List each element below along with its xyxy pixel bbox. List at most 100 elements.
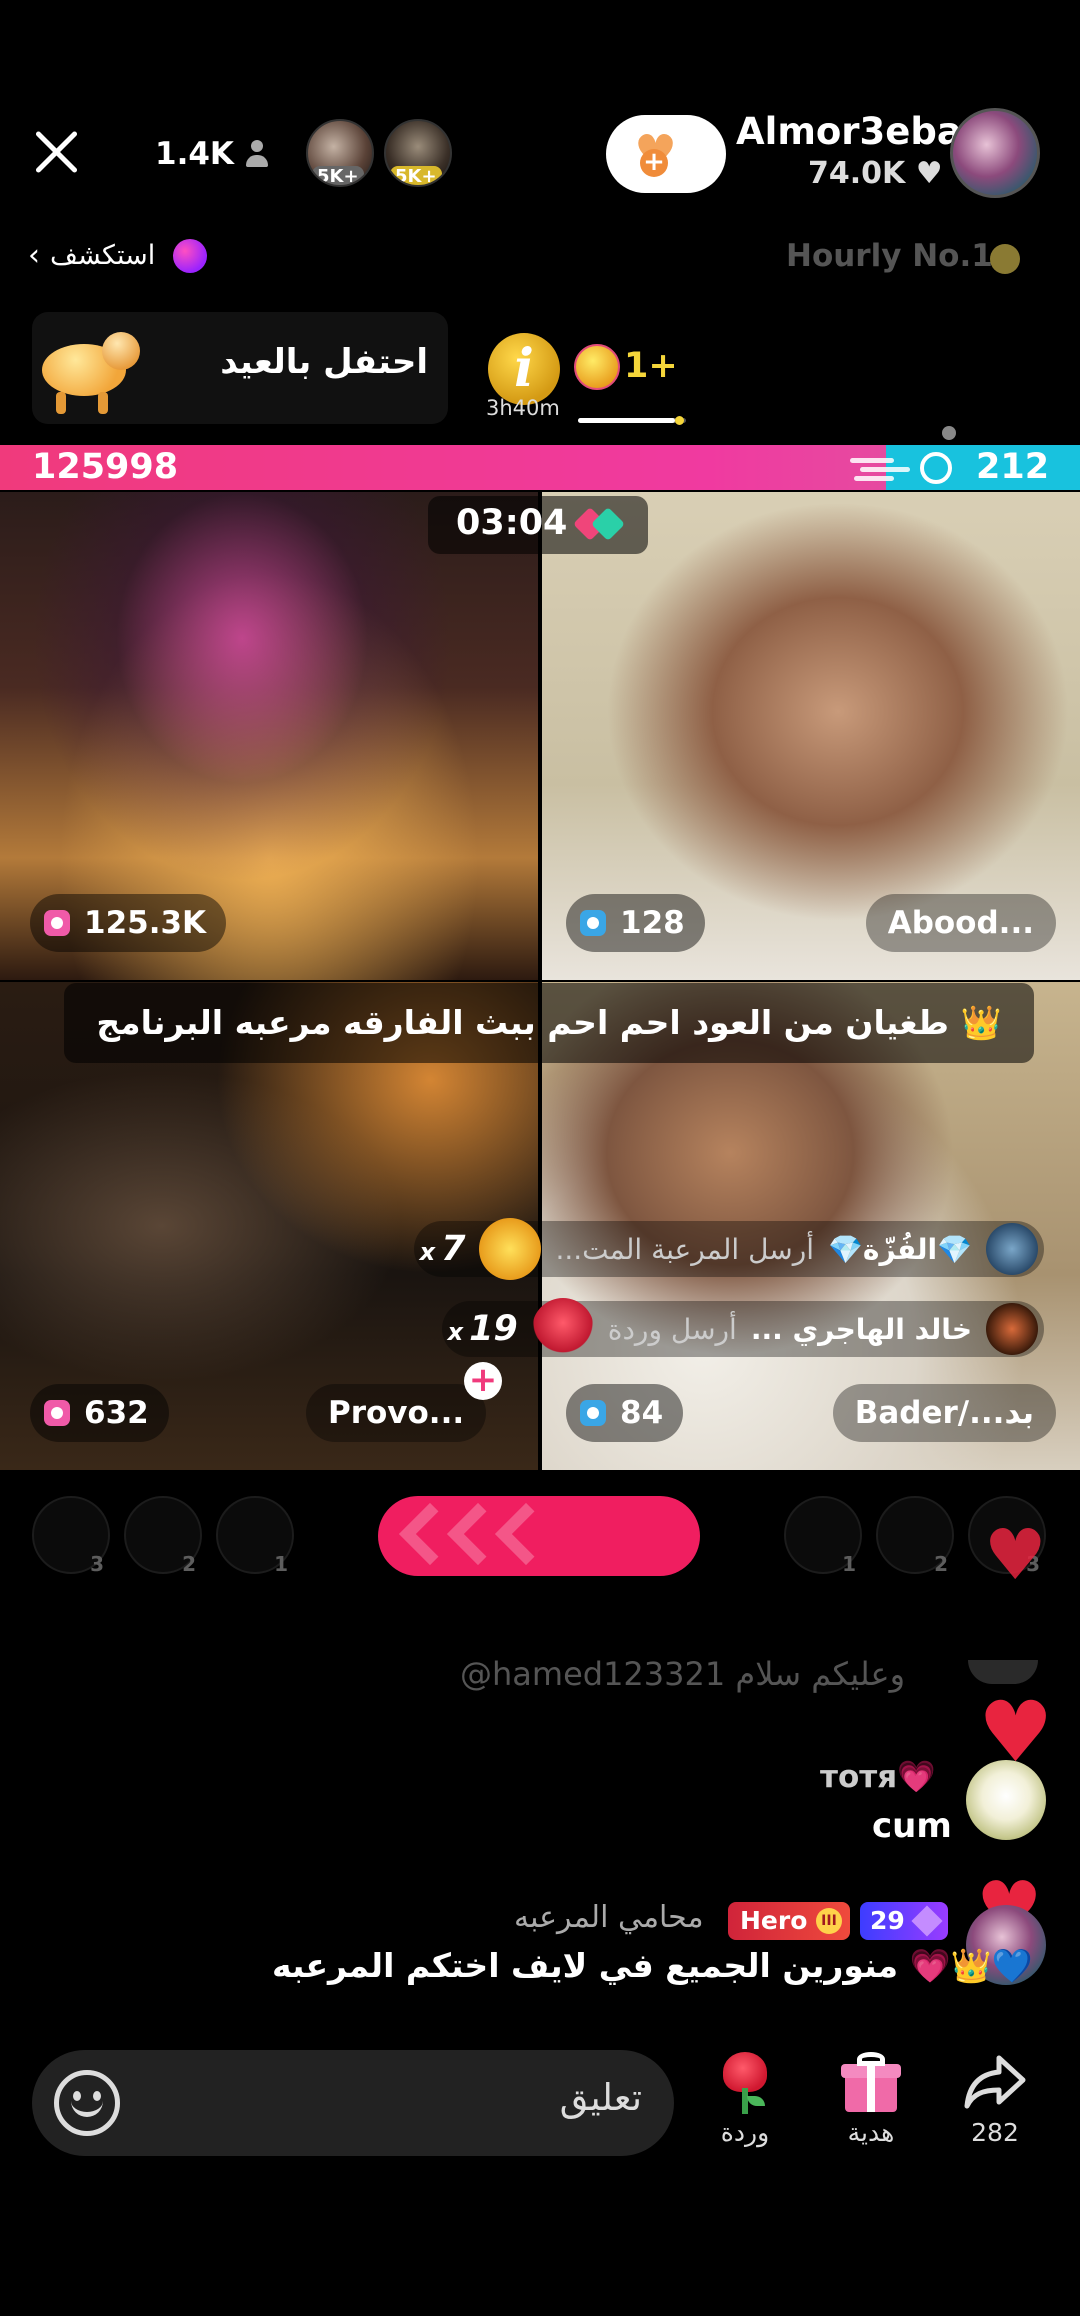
- pk-right-score: 212: [976, 447, 1050, 487]
- tile-1-stat-value: 125.3K: [84, 905, 207, 941]
- bonus-count: 1+: [624, 346, 678, 386]
- gift-feed-item-2: خالد الهاجري ... أرسل وردة x 19: [441, 1298, 1044, 1360]
- viewer-badge-1: 5K+: [312, 166, 364, 185]
- rose-icon: [715, 2052, 775, 2114]
- gift-action: أرسل وردة: [607, 1312, 737, 1346]
- gift-sticker-icon: [479, 1218, 542, 1280]
- sheep-icon: [36, 322, 144, 418]
- eid-label: احتفل بالعيد: [220, 342, 428, 382]
- gift-count: x7: [419, 1229, 466, 1269]
- tile-1-stat: 125.3K: [30, 894, 227, 952]
- diamond-icon: [911, 1905, 943, 1937]
- share-count: 282: [971, 2118, 1019, 2147]
- rose-button[interactable]: وردة: [700, 2052, 790, 2147]
- gift-count-value: 19: [469, 1309, 518, 1349]
- comment-avatar[interactable]: [966, 1760, 1046, 1840]
- video-tile-1[interactable]: 125.3K: [0, 492, 538, 980]
- close-icon[interactable]: [28, 124, 84, 180]
- gift-box-icon: [44, 1400, 70, 1426]
- announcement-banner: طغيان من العود احم احم ببث الفارقه مرعبه…: [64, 983, 1034, 1063]
- level-value: 29: [870, 1906, 905, 1935]
- explore-link[interactable]: ‹ استكشف: [28, 238, 208, 273]
- level-badge: 29: [860, 1902, 948, 1940]
- gift-sender-name: خالد الهاجري ...: [750, 1312, 972, 1346]
- gift-label: هدية: [847, 2118, 895, 2147]
- tile-4-stat: 84: [566, 1384, 684, 1442]
- event-timer-badge[interactable]: i: [488, 333, 560, 405]
- pk-left-score: 125998: [32, 447, 179, 487]
- explore-orb-icon: [173, 238, 208, 273]
- left-rank-avatar-2[interactable]: 2: [124, 1496, 202, 1576]
- rose-gift-icon: [531, 1298, 594, 1360]
- gift-button[interactable]: هدية: [826, 2052, 916, 2147]
- gift-feed-item-1: 💎الفُزّة💎 أرسل المرعبة المت... x7: [413, 1218, 1044, 1280]
- hourly-rank[interactable]: Hourly No.1: [786, 238, 993, 274]
- left-rank-avatar-1[interactable]: 1: [216, 1496, 294, 1576]
- faded-comment: @hamed123321 وعليكم سلام: [460, 1655, 906, 1693]
- gift-box-icon: [580, 910, 606, 936]
- right-rank-avatar-1[interactable]: 1: [784, 1496, 862, 1576]
- faded-avatar: [968, 1660, 1038, 1684]
- tile-4-stat-value: 84: [620, 1395, 664, 1431]
- right-rank-avatar-2[interactable]: 2: [876, 1496, 954, 1576]
- comment-placeholder: تعليق: [559, 2076, 642, 2119]
- comment-text: منورين الجميع في لايف اختكم المرعبه 💗👑💙: [272, 1946, 1033, 1985]
- rank-number: 1: [842, 1552, 856, 1576]
- rank-number: 2: [934, 1552, 948, 1576]
- battle-button[interactable]: [378, 1496, 700, 1576]
- hero-badge: Hero III: [728, 1902, 850, 1940]
- hearts-icon: [573, 507, 625, 541]
- tile-4-name[interactable]: Bader/...بد: [832, 1384, 1056, 1442]
- follow-button[interactable]: ♥ +: [606, 115, 726, 193]
- viewer-badge-2: 5K+: [390, 166, 442, 185]
- share-icon: [963, 2052, 1027, 2112]
- comment-username[interactable]: محامي المرعبه: [514, 1900, 704, 1935]
- gift-icon: [841, 2052, 901, 2112]
- host-likes: 74.0K ♥: [808, 156, 943, 191]
- tile-3-name[interactable]: Provo...: [306, 1384, 487, 1442]
- gift-count: x 19: [447, 1309, 518, 1349]
- host-avatar[interactable]: [950, 108, 1040, 198]
- event-timer-text: 3h40m: [486, 396, 560, 420]
- hero-label: Hero: [740, 1906, 808, 1935]
- tile-3-stat-value: 632: [84, 1395, 149, 1431]
- gift-box-icon: [580, 1400, 606, 1426]
- rank-number: 2: [182, 1552, 196, 1576]
- tile-2-stat: 128: [566, 894, 705, 952]
- comment-text: cum: [872, 1806, 952, 1846]
- comment-username[interactable]: тотя💗: [820, 1758, 936, 1795]
- tile-3-stat: 632: [30, 1384, 169, 1442]
- top-viewer-avatar-2[interactable]: 5K+: [384, 119, 452, 187]
- rose-label: وردة: [720, 2118, 770, 2147]
- gift-sender-name: 💎الفُزّة💎: [828, 1232, 972, 1266]
- round-timer-text: 03:04: [456, 503, 568, 543]
- chevron-left-icon: ‹: [28, 238, 40, 273]
- top-viewer-avatar-1[interactable]: 5K+: [306, 119, 374, 187]
- bonus-progress-dot: [675, 416, 685, 425]
- viewer-count[interactable]: 1.4K: [155, 136, 234, 172]
- gift-sender-avatar: [986, 1303, 1038, 1355]
- gift-box-icon: [44, 910, 70, 936]
- tile-2-stat-value: 128: [620, 905, 685, 941]
- left-rank-avatar-3[interactable]: 3: [32, 1496, 110, 1576]
- gift-action: أرسل المرعبة المت...: [555, 1232, 815, 1266]
- add-guest-icon[interactable]: +: [464, 1362, 502, 1400]
- tile-2-name[interactable]: Abood...: [865, 894, 1056, 952]
- round-timer: 03:04: [428, 496, 648, 554]
- hero-ring-icon: III: [816, 1908, 842, 1934]
- bonus-progress-fill: [578, 418, 676, 423]
- host-name[interactable]: Almor3eba: [736, 110, 962, 153]
- rank-number: 1: [274, 1552, 288, 1576]
- emoji-icon[interactable]: [54, 2070, 120, 2136]
- hourly-rank-icon: [990, 244, 1020, 274]
- coin-icon[interactable]: [574, 344, 620, 390]
- eid-event-banner[interactable]: احتفل بالعيد: [32, 312, 448, 424]
- video-tile-2[interactable]: 128 Abood...: [542, 492, 1080, 980]
- pk-fist-icon: [850, 450, 960, 486]
- floating-heart-icon: ♥: [984, 1514, 1047, 1596]
- share-button[interactable]: 282: [950, 2052, 1040, 2147]
- plus-icon: +: [640, 149, 668, 177]
- viewer-icon: [244, 140, 270, 168]
- explore-label: استكشف: [50, 240, 156, 271]
- comment-input[interactable]: تعليق: [32, 2050, 674, 2156]
